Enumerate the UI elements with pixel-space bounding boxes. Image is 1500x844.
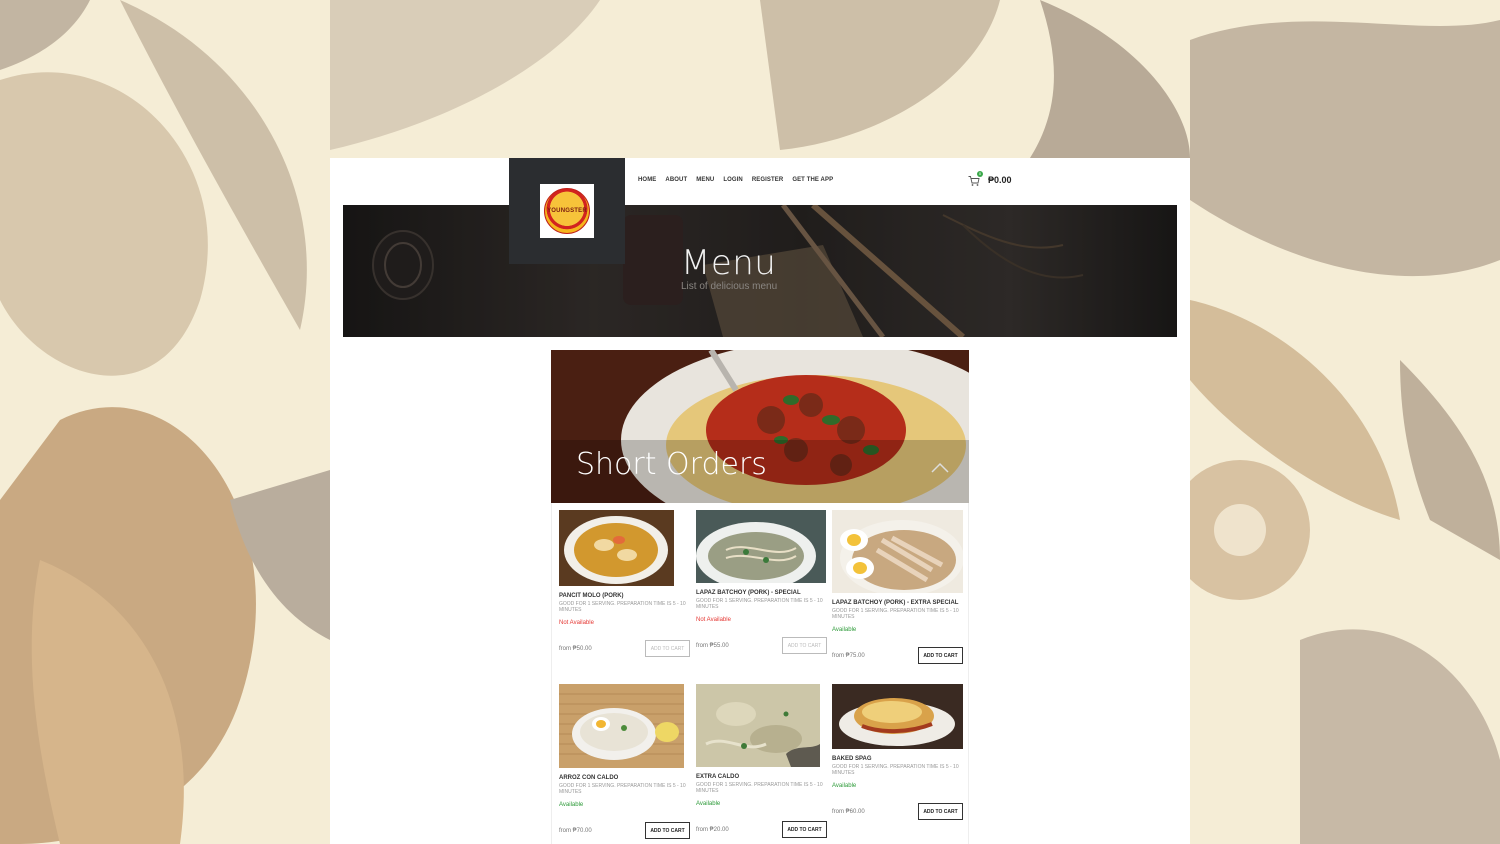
item-description: GOOD FOR 1 SERVING. PREPARATION TIME IS …: [559, 783, 686, 795]
nav-home[interactable]: HOME: [638, 177, 656, 183]
add-to-cart-button[interactable]: ADD TO CART: [918, 647, 963, 664]
item-description: GOOD FOR 1 SERVING. PREPARATION TIME IS …: [559, 601, 686, 613]
item-price: from ₱75.00: [832, 652, 865, 659]
item-price: from ₱50.00: [559, 645, 592, 652]
category-banner[interactable]: Short Orders: [551, 350, 969, 503]
cart-widget[interactable]: 0 ₱0.00: [968, 171, 1012, 186]
cart-total: ₱0.00: [988, 175, 1012, 185]
item-price: from ₱70.00: [559, 827, 592, 834]
item-description: GOOD FOR 1 SERVING. PREPARATION TIME IS …: [832, 764, 959, 776]
logo-frame: YOUNGSTER: [540, 184, 594, 238]
availability-status: Available: [696, 801, 721, 807]
nav-menu[interactable]: MENU: [696, 177, 714, 183]
add-to-cart-button[interactable]: ADD TO CART: [918, 803, 963, 820]
cart-count-badge: 0: [977, 171, 983, 177]
menu-item-card: PANCIT MOLO (PORK) GOOD FOR 1 SERVING. P…: [559, 510, 690, 657]
item-footer: from ₱70.00 ADD TO CART: [559, 822, 690, 839]
browser-page: HOME ABOUT MENU LOGIN REGISTER GET THE A…: [330, 158, 1190, 844]
chevron-up-icon[interactable]: [930, 460, 950, 474]
food-image[interactable]: [696, 510, 826, 583]
logo-badge: YOUNGSTER: [544, 188, 590, 234]
item-price: from ₱20.00: [696, 826, 729, 833]
menu-hero-banner: Menu List of delicious menu: [343, 205, 1177, 337]
menu-item-card: LAPAZ BATCHOY (PORK) - EXTRA SPECIAL GOO…: [832, 510, 963, 664]
item-description: GOOD FOR 1 SERVING. PREPARATION TIME IS …: [832, 608, 959, 620]
item-footer: from ₱50.00 ADD TO CART: [559, 640, 690, 657]
cart-icon[interactable]: 0: [968, 171, 983, 186]
item-name[interactable]: LAPAZ BATCHOY (PORK) - SPECIAL: [696, 590, 827, 597]
item-footer: from ₱75.00 ADD TO CART: [832, 647, 963, 664]
item-price: from ₱60.00: [832, 808, 865, 815]
main-nav: HOME ABOUT MENU LOGIN REGISTER GET THE A…: [638, 177, 833, 183]
food-image[interactable]: [832, 684, 963, 749]
food-image[interactable]: [696, 684, 820, 767]
menu-items-grid: PANCIT MOLO (PORK) GOOD FOR 1 SERVING. P…: [551, 503, 969, 844]
availability-status: Not Available: [559, 620, 594, 626]
food-image[interactable]: [559, 510, 674, 586]
item-name[interactable]: EXTRA CALDO: [696, 774, 827, 781]
add-to-cart-button[interactable]: ADD TO CART: [782, 637, 827, 654]
item-name[interactable]: PANCIT MOLO (PORK): [559, 593, 690, 600]
food-image[interactable]: [832, 510, 963, 593]
item-description: GOOD FOR 1 SERVING. PREPARATION TIME IS …: [696, 782, 823, 794]
add-to-cart-button[interactable]: ADD TO CART: [645, 822, 690, 839]
nav-about[interactable]: ABOUT: [665, 177, 687, 183]
menu-item-card: ARROZ CON CALDO GOOD FOR 1 SERVING. PREP…: [559, 684, 690, 839]
availability-status: Available: [559, 802, 584, 808]
availability-status: Available: [832, 627, 857, 633]
menu-item-card: LAPAZ BATCHOY (PORK) - SPECIAL GOOD FOR …: [696, 510, 827, 654]
site-header: HOME ABOUT MENU LOGIN REGISTER GET THE A…: [330, 158, 1190, 205]
nav-login[interactable]: LOGIN: [723, 177, 743, 183]
item-name[interactable]: ARROZ CON CALDO: [559, 775, 690, 782]
add-to-cart-button[interactable]: ADD TO CART: [782, 821, 827, 838]
availability-status: Available: [832, 783, 857, 789]
item-name[interactable]: BAKED SPAG: [832, 756, 963, 763]
item-price: from ₱55.00: [696, 642, 729, 649]
item-description: GOOD FOR 1 SERVING. PREPARATION TIME IS …: [696, 598, 823, 610]
item-footer: from ₱20.00 ADD TO CART: [696, 821, 827, 838]
nav-register[interactable]: REGISTER: [752, 177, 783, 183]
page-subtitle: List of delicious menu: [681, 281, 778, 292]
item-footer: from ₱60.00 ADD TO CART: [832, 803, 963, 820]
menu-item-card: BAKED SPAG GOOD FOR 1 SERVING. PREPARATI…: [832, 684, 963, 820]
site-logo[interactable]: YOUNGSTER: [509, 158, 625, 264]
category-title: Short Orders: [576, 447, 767, 482]
nav-get-the-app[interactable]: GET THE APP: [792, 177, 833, 183]
add-to-cart-button[interactable]: ADD TO CART: [645, 640, 690, 657]
logo-text: YOUNGSTER: [547, 208, 587, 214]
availability-status: Not Available: [696, 617, 731, 623]
page-title: Menu: [681, 243, 777, 283]
item-footer: from ₱55.00 ADD TO CART: [696, 637, 827, 654]
item-name[interactable]: LAPAZ BATCHOY (PORK) - EXTRA SPECIAL: [832, 600, 963, 607]
menu-item-card: EXTRA CALDO GOOD FOR 1 SERVING. PREPARAT…: [696, 684, 827, 838]
food-image[interactable]: [559, 684, 684, 768]
